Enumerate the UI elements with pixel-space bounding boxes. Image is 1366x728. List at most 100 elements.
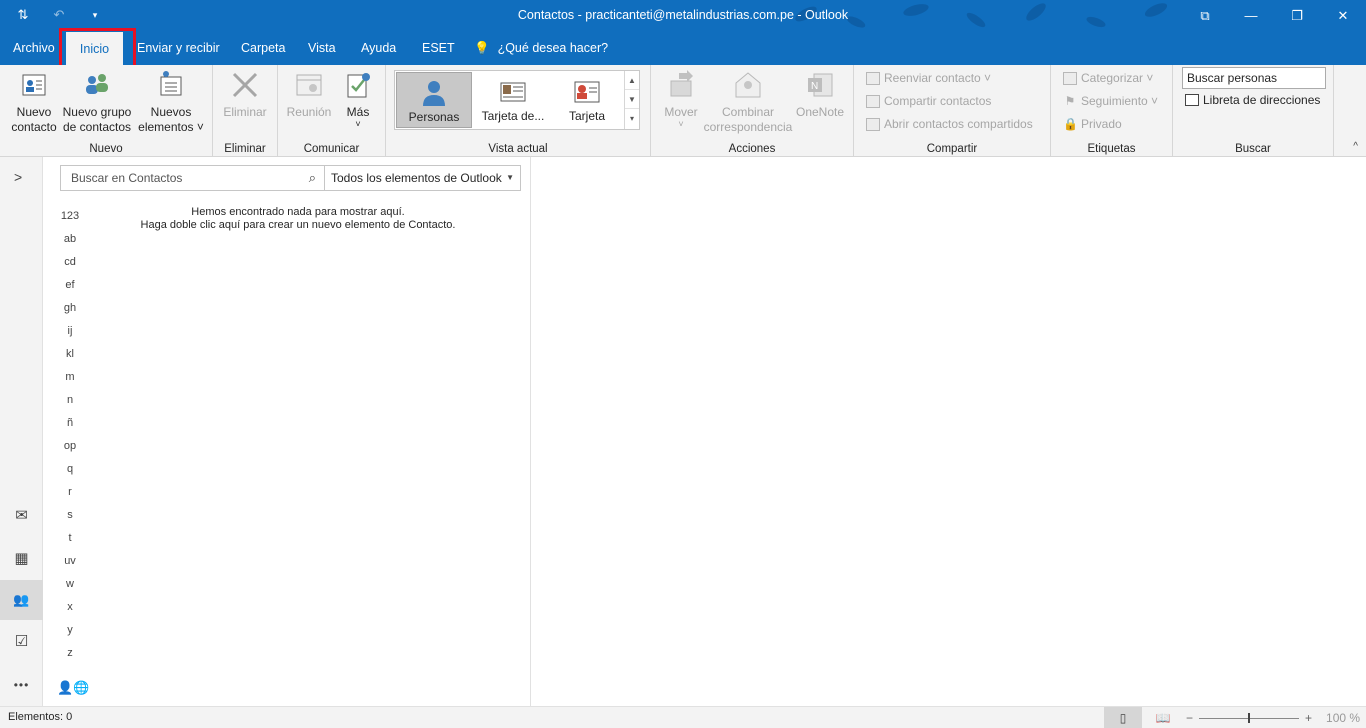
reenviar-contacto-button[interactable]: Reenviar contacto ˅ bbox=[866, 71, 991, 85]
alphabet-index-item[interactable]: m bbox=[57, 370, 83, 393]
search-scope-dropdown[interactable]: Todos los elementos de Outlook ▼ bbox=[325, 165, 521, 191]
nuevo-contacto-label-1: Nuevo bbox=[16, 105, 52, 119]
empty-list-message[interactable]: Hemos encontrado nada para mostrar aquí.… bbox=[103, 206, 493, 232]
seguimiento-button[interactable]: ⚑ Seguimiento ˅ bbox=[1063, 94, 1158, 108]
alphabet-index-item[interactable]: cd bbox=[57, 255, 83, 278]
open-shared-contacts-icon bbox=[866, 117, 880, 131]
reading-view-icon[interactable]: 📖 bbox=[1144, 707, 1182, 728]
tab-eset[interactable]: ESET bbox=[418, 32, 459, 65]
gallery-more-button[interactable]: ▾ bbox=[625, 109, 639, 128]
status-bar: Elementos: 0 ▯ 📖 − + 100 % bbox=[0, 706, 1366, 728]
nuevo-grupo-button[interactable]: Nuevo grupo de contactos bbox=[60, 69, 134, 135]
tell-me-box[interactable]: 💡 ¿Qué desea hacer? bbox=[470, 32, 612, 65]
alphabet-index-item[interactable]: op bbox=[57, 439, 83, 462]
alphabet-index-item[interactable]: z bbox=[57, 646, 83, 669]
mover-label: Mover bbox=[664, 105, 698, 119]
tasks-icon[interactable]: ☑ bbox=[0, 622, 43, 662]
collapse-ribbon-button[interactable]: ^ bbox=[1353, 141, 1358, 152]
view-personas[interactable]: Personas bbox=[396, 72, 472, 128]
group-etiquetas: Categorizar ˅ ⚑ Seguimiento ˅ 🔒 Privado Et… bbox=[1051, 65, 1173, 157]
alphabet-index-item[interactable]: ef bbox=[57, 278, 83, 301]
mover-button[interactable]: Mover ˅ bbox=[657, 69, 705, 129]
group-etiquetas-label: Etiquetas bbox=[1087, 143, 1136, 155]
buscar-personas-input[interactable]: Buscar personas bbox=[1182, 67, 1326, 89]
group-acciones-label: Acciones bbox=[728, 143, 776, 155]
normal-view-icon[interactable]: ▯ bbox=[1104, 707, 1142, 728]
online-address-book-icon[interactable]: 👤🌐 bbox=[57, 680, 89, 696]
zoom-out-button[interactable]: − bbox=[1186, 711, 1193, 725]
chevron-down-icon: ▼ bbox=[506, 173, 514, 182]
nuevo-grupo-label-1: Nuevo grupo bbox=[62, 105, 132, 119]
zoom-percentage[interactable]: 100 % bbox=[1326, 711, 1360, 725]
gallery-up-button[interactable]: ▲ bbox=[625, 71, 639, 90]
person-icon bbox=[423, 81, 445, 106]
alphabet-index: 123 ab cd ef gh ij kl m n ñ op q r s t uv w x y z bbox=[57, 209, 83, 669]
view-tarjeta-label: Tarjeta bbox=[568, 109, 606, 123]
combinar-label-2: correspondencia bbox=[703, 120, 793, 134]
meeting-icon bbox=[296, 74, 322, 96]
close-button[interactable]: ✕ bbox=[1320, 0, 1366, 32]
alphabet-index-item[interactable]: y bbox=[57, 623, 83, 646]
people-icon[interactable]: 👥 bbox=[0, 580, 43, 620]
more-apps-icon[interactable]: ••• bbox=[0, 665, 43, 705]
alphabet-index-item[interactable]: ij bbox=[57, 324, 83, 347]
compartir-contactos-button[interactable]: Compartir contactos bbox=[866, 94, 991, 108]
zoom-in-button[interactable]: + bbox=[1305, 711, 1312, 725]
ribbon-display-icon[interactable]: ⧉ bbox=[1182, 0, 1228, 32]
alphabet-index-item[interactable]: ab bbox=[57, 232, 83, 255]
alphabet-index-item[interactable]: kl bbox=[57, 347, 83, 370]
alphabet-index-item[interactable]: r bbox=[57, 485, 83, 508]
ribbon: Nuevo contacto Nuevo grupo de contactos … bbox=[0, 65, 1366, 157]
tab-vista[interactable]: Vista bbox=[304, 32, 340, 65]
alphabet-index-item[interactable]: gh bbox=[57, 301, 83, 324]
zoom-slider-thumb[interactable] bbox=[1248, 712, 1251, 723]
categorizar-button[interactable]: Categorizar ˅ bbox=[1063, 71, 1153, 85]
tab-carpeta[interactable]: Carpeta bbox=[237, 32, 289, 65]
contact-search-input[interactable] bbox=[61, 166, 291, 190]
alphabet-index-item[interactable]: 123 bbox=[57, 209, 83, 232]
nuevos-elementos-button[interactable]: Nuevos elementos ˅ bbox=[138, 69, 204, 135]
alphabet-index-item[interactable]: s bbox=[57, 508, 83, 531]
group-vista-actual-label: Vista actual bbox=[488, 143, 548, 155]
group-buscar-label: Buscar bbox=[1235, 143, 1271, 155]
tab-ayuda[interactable]: Ayuda bbox=[357, 32, 400, 65]
alphabet-index-item[interactable]: x bbox=[57, 600, 83, 623]
mail-icon[interactable]: ✉ bbox=[0, 496, 43, 536]
libreta-de-direcciones-button[interactable]: Libreta de direcciones bbox=[1185, 93, 1320, 107]
combinar-correspondencia-button[interactable]: Combinar correspondencia bbox=[701, 69, 795, 135]
search-icon[interactable]: ⌕ bbox=[309, 170, 316, 186]
item-count: Elementos: 0 bbox=[8, 711, 73, 723]
alphabet-index-item[interactable]: uv bbox=[57, 554, 83, 577]
alphabet-index-item[interactable]: n bbox=[57, 393, 83, 416]
tab-enviar-y-recibir[interactable]: Enviar y recibir bbox=[133, 32, 224, 65]
zoom-slider[interactable] bbox=[1199, 712, 1300, 723]
view-tarjeta[interactable]: Tarjeta bbox=[549, 72, 625, 128]
alphabet-index-item[interactable]: w bbox=[57, 577, 83, 600]
tab-inicio[interactable]: Inicio bbox=[66, 32, 123, 65]
alphabet-index-item[interactable]: t bbox=[57, 531, 83, 554]
privado-button[interactable]: 🔒 Privado bbox=[1063, 117, 1122, 131]
lightbulb-icon: 💡 bbox=[474, 41, 490, 55]
mover-caret: ˅ bbox=[678, 119, 684, 129]
alphabet-index-item[interactable]: q bbox=[57, 462, 83, 485]
nuevo-contacto-button[interactable]: Nuevo contacto bbox=[6, 69, 62, 135]
alphabet-index-item[interactable]: ñ bbox=[57, 416, 83, 439]
calendar-icon[interactable]: ▦ bbox=[0, 539, 43, 579]
maximize-button[interactable]: ❐ bbox=[1274, 0, 1320, 32]
tab-archivo[interactable]: Archivo bbox=[9, 32, 59, 65]
share-contacts-icon bbox=[866, 94, 880, 108]
gallery-down-button[interactable]: ▼ bbox=[625, 90, 639, 109]
reunion-button[interactable]: Reunión bbox=[284, 69, 334, 120]
search-scope-value: Todos los elementos de Outlook bbox=[331, 171, 502, 185]
onenote-button[interactable]: N OneNote bbox=[794, 69, 846, 120]
card-icon bbox=[574, 81, 600, 103]
eliminar-button[interactable]: Eliminar bbox=[219, 69, 271, 120]
abrir-contactos-compartidos-button[interactable]: Abrir contactos compartidos bbox=[866, 117, 1033, 131]
mail-merge-icon bbox=[735, 72, 761, 98]
expand-folder-pane-button[interactable]: > bbox=[14, 169, 22, 185]
minimize-button[interactable]: — bbox=[1228, 0, 1274, 32]
mas-button[interactable]: Más ˅ bbox=[338, 69, 378, 129]
view-tarjeta-de-presentacion[interactable]: Tarjeta de... bbox=[475, 72, 551, 128]
abrir-compartidos-label: Abrir contactos compartidos bbox=[884, 117, 1033, 131]
onenote-icon: N bbox=[808, 73, 833, 97]
